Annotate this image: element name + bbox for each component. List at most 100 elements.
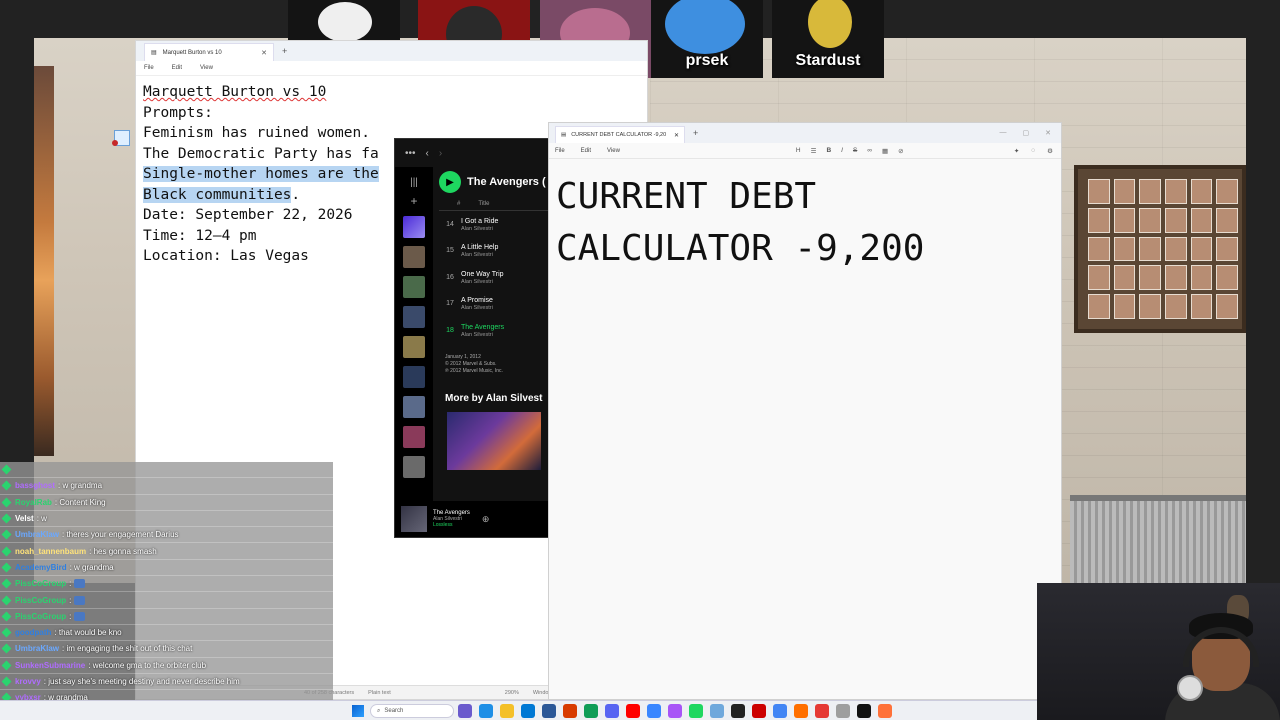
chat-message: UmbraKlaw: im engaging the shit out of t… xyxy=(0,641,333,658)
chat-username[interactable]: Velst xyxy=(15,514,34,523)
notepad-tab[interactable]: ▤ Marquett Burton vs 10 ✕ xyxy=(144,43,274,61)
menu-edit[interactable]: Edit xyxy=(172,65,182,71)
track-row[interactable]: 16 One Way Trip Alan Silvestri xyxy=(439,264,549,291)
chat-username[interactable]: SunkenSubmarine xyxy=(15,661,85,670)
discord-icon[interactable] xyxy=(605,704,619,718)
album-card-art[interactable] xyxy=(447,411,541,470)
start-button[interactable] xyxy=(352,705,364,717)
track-row-active[interactable]: 18 The Avengers Alan Silvestri xyxy=(439,317,549,344)
playlist-thumb[interactable] xyxy=(403,426,425,448)
chat-username[interactable]: noah_tannenbaum xyxy=(15,547,86,556)
track-artist[interactable]: Alan Silvestri xyxy=(461,252,498,258)
playlist-thumb[interactable] xyxy=(403,396,425,418)
close-tab-icon[interactable]: ✕ xyxy=(674,132,679,139)
app-icon[interactable] xyxy=(794,704,808,718)
minimize-icon[interactable]: — xyxy=(1000,129,1007,137)
play-button[interactable]: ▶ xyxy=(439,171,461,193)
liked-songs-icon[interactable] xyxy=(403,216,425,238)
spotify-window[interactable]: ••• ‹ › ||| + ▶ The Avengers ( # Title 1… xyxy=(394,138,550,538)
app-icon[interactable] xyxy=(668,704,682,718)
track-row[interactable]: 17 A Promise Alan Silvestri xyxy=(439,291,549,318)
taskview-icon[interactable] xyxy=(458,704,472,718)
list-icon[interactable]: ☰ xyxy=(811,147,817,155)
track-row[interactable]: 14 I Got a Ride Alan Silvestri xyxy=(439,211,549,238)
chat-message: goodpath: that would be kno xyxy=(0,624,333,642)
chat-username[interactable]: UmbraKlaw xyxy=(15,644,59,653)
youtube-icon[interactable] xyxy=(626,704,640,718)
chat-username[interactable]: PissCoGroup xyxy=(15,596,66,605)
track-artist[interactable]: Alan Silvestri xyxy=(461,332,504,338)
chrome-icon[interactable] xyxy=(584,704,598,718)
clear-format-icon[interactable]: ⊘ xyxy=(898,147,903,155)
firefox-icon[interactable] xyxy=(878,704,892,718)
steam-icon[interactable] xyxy=(731,704,745,718)
chat-username[interactable]: krovvy xyxy=(15,677,41,686)
track-title: One Way Trip xyxy=(461,270,504,278)
chat-username[interactable]: UmbraKlaw xyxy=(15,530,59,539)
bold-icon[interactable]: B xyxy=(826,147,831,155)
now-playing-cover[interactable] xyxy=(401,506,427,532)
menu-view[interactable]: View xyxy=(200,65,213,71)
track-row[interactable]: 15 A Little Help Alan Silvestri xyxy=(439,238,549,265)
menu-edit[interactable]: Edit xyxy=(581,148,591,154)
menu-view[interactable]: View xyxy=(607,148,620,154)
italic-icon[interactable]: I xyxy=(841,147,843,155)
mail-icon[interactable] xyxy=(521,704,535,718)
office-icon[interactable] xyxy=(563,704,577,718)
chat-message xyxy=(0,462,333,479)
track-artist[interactable]: Alan Silvestri xyxy=(461,305,493,311)
playlist-thumb[interactable] xyxy=(403,276,425,298)
strikethrough-icon[interactable]: S xyxy=(853,147,857,155)
new-tab-icon[interactable]: + xyxy=(693,128,698,138)
chat-username[interactable]: bassghost xyxy=(15,481,55,490)
track-artist[interactable]: Alan Silvestri xyxy=(461,279,504,285)
playlist-thumb[interactable] xyxy=(403,336,425,358)
copyright-line: © 2012 Marvel & Subs. xyxy=(445,360,497,367)
chat-username[interactable]: RoyalRab xyxy=(15,498,52,507)
new-tab-icon[interactable]: + xyxy=(282,46,287,56)
chat-username[interactable]: AcademyBird xyxy=(15,563,67,572)
library-icon[interactable]: ||| xyxy=(395,177,433,188)
close-tab-icon[interactable]: ✕ xyxy=(261,49,267,57)
table-icon[interactable]: ▦ xyxy=(882,147,888,155)
chat-username[interactable]: PissCoGroup xyxy=(15,579,66,588)
debt-text-area[interactable]: CURRENT DEBT CALCULATOR -9,200 xyxy=(549,159,1061,275)
playlist-thumb[interactable] xyxy=(403,366,425,388)
app-icon[interactable] xyxy=(647,704,661,718)
taskbar-search[interactable]: ⌕ Search xyxy=(370,704,454,718)
notepad-icon[interactable] xyxy=(710,704,724,718)
menu-file[interactable]: File xyxy=(144,65,154,71)
menu-file[interactable]: File xyxy=(555,148,565,154)
terminal-icon[interactable] xyxy=(857,704,871,718)
copilot-icon[interactable]: ✦ xyxy=(1014,147,1019,155)
playlist-thumb[interactable] xyxy=(403,306,425,328)
chat-username[interactable]: goodpath xyxy=(15,628,51,637)
debt-tab[interactable]: ▤ CURRENT DEBT CALCULATOR -9,20 ✕ xyxy=(555,126,685,143)
track-artist[interactable]: Alan Silvestri xyxy=(461,226,498,232)
back-icon[interactable]: ‹ xyxy=(426,148,429,159)
spotify-icon[interactable] xyxy=(689,704,703,718)
file-explorer-icon[interactable] xyxy=(500,704,514,718)
playlist-thumb[interactable] xyxy=(403,246,425,268)
account-icon[interactable]: ◌ xyxy=(1031,147,1035,155)
add-to-library-icon[interactable]: ⊕ xyxy=(482,514,490,525)
playlist-thumb[interactable] xyxy=(403,456,425,478)
app-icon[interactable] xyxy=(773,704,787,718)
forward-icon[interactable]: › xyxy=(439,148,442,159)
heading-icon[interactable]: H xyxy=(796,147,801,155)
chat-username[interactable]: PissCoGroup xyxy=(15,612,66,621)
more-options-icon[interactable]: ••• xyxy=(405,148,416,159)
debt-notepad-window[interactable]: ▤ CURRENT DEBT CALCULATOR -9,20 ✕ + — ▢ … xyxy=(548,122,1062,700)
obs-icon[interactable] xyxy=(752,704,766,718)
maximize-icon[interactable]: ▢ xyxy=(1023,129,1030,137)
track-number: 15 xyxy=(446,247,454,255)
more-by-heading[interactable]: More by Alan Silvest xyxy=(439,393,549,404)
link-icon[interactable]: ∞ xyxy=(867,147,872,155)
gear-icon[interactable]: ⚙ xyxy=(1047,147,1053,155)
store-icon[interactable] xyxy=(542,704,556,718)
create-playlist-icon[interactable]: + xyxy=(395,194,433,208)
edge-icon[interactable] xyxy=(479,704,493,718)
app-icon[interactable] xyxy=(815,704,829,718)
settings-icon[interactable] xyxy=(836,704,850,718)
close-window-icon[interactable]: ✕ xyxy=(1045,129,1051,137)
